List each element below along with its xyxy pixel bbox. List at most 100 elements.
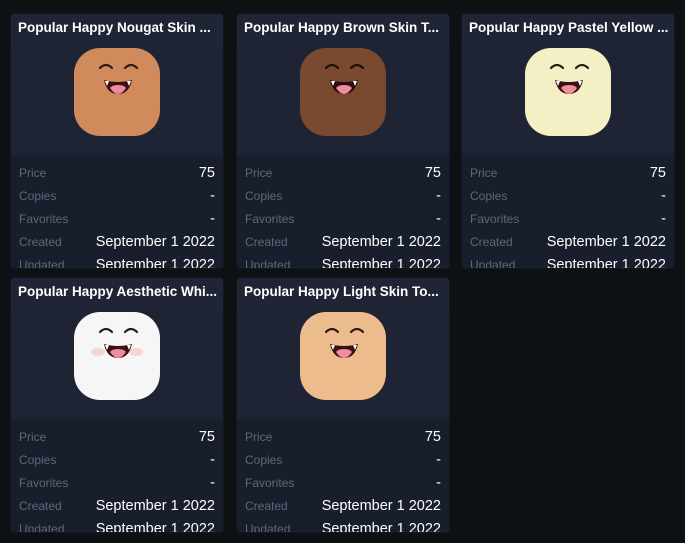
item-thumbnail[interactable] — [462, 44, 674, 155]
price-label: Price — [19, 165, 47, 180]
favorites-value: - — [210, 474, 215, 491]
favorites-row: Favorites - — [19, 207, 215, 230]
updated-row: Updated September 1 2022 — [19, 517, 215, 533]
happy-face-head-icon — [300, 48, 386, 136]
item-title[interactable]: Popular Happy Light Skin To... — [237, 278, 449, 308]
copies-row: Copies - — [245, 448, 441, 471]
created-row: Created September 1 2022 — [470, 230, 666, 253]
item-stats: Price 75 Copies - Favorites - Created Se… — [237, 155, 449, 269]
item-card[interactable]: Popular Happy Pastel Yellow ... Price 75… — [462, 14, 674, 268]
created-value: September 1 2022 — [95, 233, 215, 250]
happy-face-head-icon — [300, 312, 386, 400]
favorites-row: Favorites - — [245, 207, 441, 230]
price-row: Price 75 — [19, 161, 215, 184]
favorites-label: Favorites — [19, 211, 69, 226]
copies-row: Copies - — [470, 184, 666, 207]
favorites-value: - — [436, 474, 441, 491]
item-stats: Price 75 Copies - Favorites - Created Se… — [11, 155, 223, 269]
favorites-label: Favorites — [470, 211, 520, 226]
price-label: Price — [245, 429, 273, 444]
created-value: September 1 2022 — [95, 497, 215, 514]
copies-value: - — [436, 451, 441, 468]
created-value: September 1 2022 — [321, 497, 441, 514]
item-card[interactable]: Popular Happy Brown Skin T... Price 75 C… — [237, 14, 449, 268]
created-row: Created September 1 2022 — [19, 494, 215, 517]
copies-value: - — [436, 187, 441, 204]
item-thumbnail[interactable] — [237, 44, 449, 155]
item-stats: Price 75 Copies - Favorites - Created Se… — [462, 155, 674, 269]
price-value: 75 — [649, 164, 666, 181]
price-value: 75 — [424, 164, 441, 181]
created-value: September 1 2022 — [321, 233, 441, 250]
favorites-label: Favorites — [19, 475, 69, 490]
item-thumbnail[interactable] — [11, 308, 223, 419]
happy-face-head-icon — [74, 312, 160, 400]
price-value: 75 — [198, 164, 215, 181]
copies-value: - — [661, 187, 666, 204]
item-card[interactable]: Popular Happy Nougat Skin ... Price 75 C… — [11, 14, 223, 268]
item-title[interactable]: Popular Happy Pastel Yellow ... — [462, 14, 674, 44]
updated-value: September 1 2022 — [95, 520, 215, 533]
item-title[interactable]: Popular Happy Brown Skin T... — [237, 14, 449, 44]
favorites-value: - — [436, 210, 441, 227]
happy-face-head-icon — [74, 48, 160, 136]
price-row: Price 75 — [245, 161, 441, 184]
updated-label: Updated — [19, 521, 65, 533]
created-label: Created — [470, 234, 513, 249]
updated-label: Updated — [245, 521, 291, 533]
copies-value: - — [210, 451, 215, 468]
created-row: Created September 1 2022 — [19, 230, 215, 253]
copies-label: Copies — [470, 188, 508, 203]
item-stats: Price 75 Copies - Favorites - Created Se… — [11, 419, 223, 533]
copies-label: Copies — [245, 188, 283, 203]
updated-row: Updated September 1 2022 — [470, 253, 666, 269]
price-row: Price 75 — [245, 425, 441, 448]
price-label: Price — [470, 165, 498, 180]
created-label: Created — [245, 498, 288, 513]
updated-label: Updated — [470, 257, 516, 269]
created-label: Created — [245, 234, 288, 249]
updated-value: September 1 2022 — [321, 520, 441, 533]
updated-value: September 1 2022 — [95, 256, 215, 269]
created-value: September 1 2022 — [546, 233, 666, 250]
copies-row: Copies - — [19, 448, 215, 471]
updated-value: September 1 2022 — [321, 256, 441, 269]
price-row: Price 75 — [19, 425, 215, 448]
price-label: Price — [245, 165, 273, 180]
item-title[interactable]: Popular Happy Aesthetic Whi... — [11, 278, 223, 308]
updated-row: Updated September 1 2022 — [245, 253, 441, 269]
favorites-row: Favorites - — [19, 471, 215, 494]
copies-value: - — [210, 187, 215, 204]
happy-face-head-icon — [525, 48, 611, 136]
favorites-row: Favorites - — [245, 471, 441, 494]
copies-row: Copies - — [245, 184, 441, 207]
item-title[interactable]: Popular Happy Nougat Skin ... — [11, 14, 223, 44]
updated-row: Updated September 1 2022 — [245, 517, 441, 533]
copies-label: Copies — [19, 452, 57, 467]
copies-label: Copies — [19, 188, 57, 203]
favorites-value: - — [661, 210, 666, 227]
favorites-value: - — [210, 210, 215, 227]
favorites-label: Favorites — [245, 211, 295, 226]
updated-value: September 1 2022 — [546, 256, 666, 269]
price-label: Price — [19, 429, 47, 444]
updated-label: Updated — [19, 257, 65, 269]
updated-row: Updated September 1 2022 — [19, 253, 215, 269]
item-thumbnail[interactable] — [11, 44, 223, 155]
price-value: 75 — [424, 428, 441, 445]
favorites-row: Favorites - — [470, 207, 666, 230]
copies-label: Copies — [245, 452, 283, 467]
created-row: Created September 1 2022 — [245, 494, 441, 517]
price-value: 75 — [198, 428, 215, 445]
item-thumbnail[interactable] — [237, 308, 449, 419]
created-label: Created — [19, 234, 62, 249]
item-card[interactable]: Popular Happy Light Skin To... Price 75 … — [237, 278, 449, 532]
copies-row: Copies - — [19, 184, 215, 207]
item-card[interactable]: Popular Happy Aesthetic Whi... Price 75 … — [11, 278, 223, 532]
item-grid: Popular Happy Nougat Skin ... Price 75 C… — [0, 0, 685, 543]
updated-label: Updated — [245, 257, 291, 269]
favorites-label: Favorites — [245, 475, 295, 490]
created-row: Created September 1 2022 — [245, 230, 441, 253]
created-label: Created — [19, 498, 62, 513]
item-stats: Price 75 Copies - Favorites - Created Se… — [237, 419, 449, 533]
